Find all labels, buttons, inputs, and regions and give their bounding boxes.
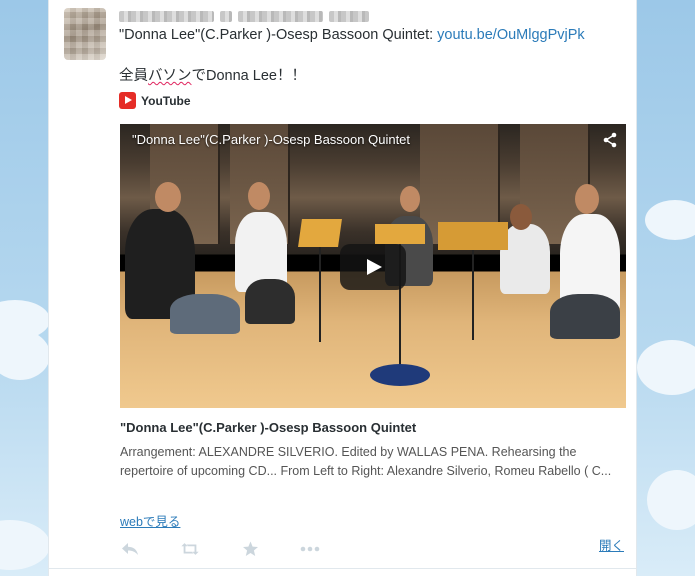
tweet-text: "Donna Lee"(C.Parker )-Osesp Bassoon Qui… [119,27,585,43]
card-description: Arrangement: ALEXANDRE SILVERIO. Edited … [120,445,612,478]
reply-icon[interactable] [120,540,140,558]
tweet-text-line2: 全員バソンでDonna Lee！！ [119,64,306,85]
favorite-icon[interactable] [240,540,260,558]
background-right [637,0,695,576]
author-name-redacted[interactable] [119,8,369,24]
redacted-handle [238,10,323,22]
media-provider[interactable]: YouTube [119,92,191,109]
tweet-actions [120,540,320,558]
cloud [645,200,695,240]
redacted-time [329,10,369,22]
retweet-icon[interactable] [180,540,200,558]
background-left [0,0,50,576]
card-title[interactable]: "Donna Lee"(C.Parker )-Osesp Bassoon Qui… [120,420,416,435]
provider-label: YouTube [141,93,191,108]
view-on-web-link[interactable]: webで見る [120,511,180,530]
line2-before: 全員 [119,68,148,84]
cloud [637,340,695,395]
music-stand [375,224,425,244]
music-stand [298,219,342,247]
video-player[interactable]: "Donna Lee"(C.Parker )-Osesp Bassoon Qui… [120,124,626,408]
musician-head [400,186,420,212]
share-icon[interactable] [602,132,618,148]
musician-legs [170,294,240,334]
more-icon[interactable] [300,540,320,558]
play-icon[interactable] [340,244,406,290]
divider [49,568,636,569]
musician-head [510,204,532,230]
cloud [0,330,50,380]
cloud [647,470,695,530]
music-stand [438,222,508,250]
cloud [0,520,50,570]
video-title: "Donna Lee"(C.Parker )-Osesp Bassoon Qui… [132,132,411,147]
youtube-logo-icon [119,92,136,109]
line2-underlined: バソン [148,68,192,84]
tweet-card: "Donna Lee"(C.Parker )-Osesp Bassoon Qui… [48,0,637,576]
musician-head [575,184,599,214]
tweet-text-prefix: "Donna Lee"(C.Parker )-Osesp Bassoon Qui… [119,27,438,43]
musician-legs [550,294,620,339]
stand-pole [319,247,321,342]
stand-base [370,364,430,386]
musician-legs [245,279,295,324]
line2-after: でDonna Lee！！ [191,68,306,84]
musician-head [155,182,181,212]
musician-head [248,182,270,210]
redacted-name [119,10,214,22]
redacted-separator [220,10,232,22]
avatar[interactable] [64,8,106,60]
stand-pole [472,250,474,340]
video-link[interactable]: youtu.be/OuMlggPvjPk [437,27,585,43]
open-tweet-link[interactable]: 開く [599,535,624,554]
